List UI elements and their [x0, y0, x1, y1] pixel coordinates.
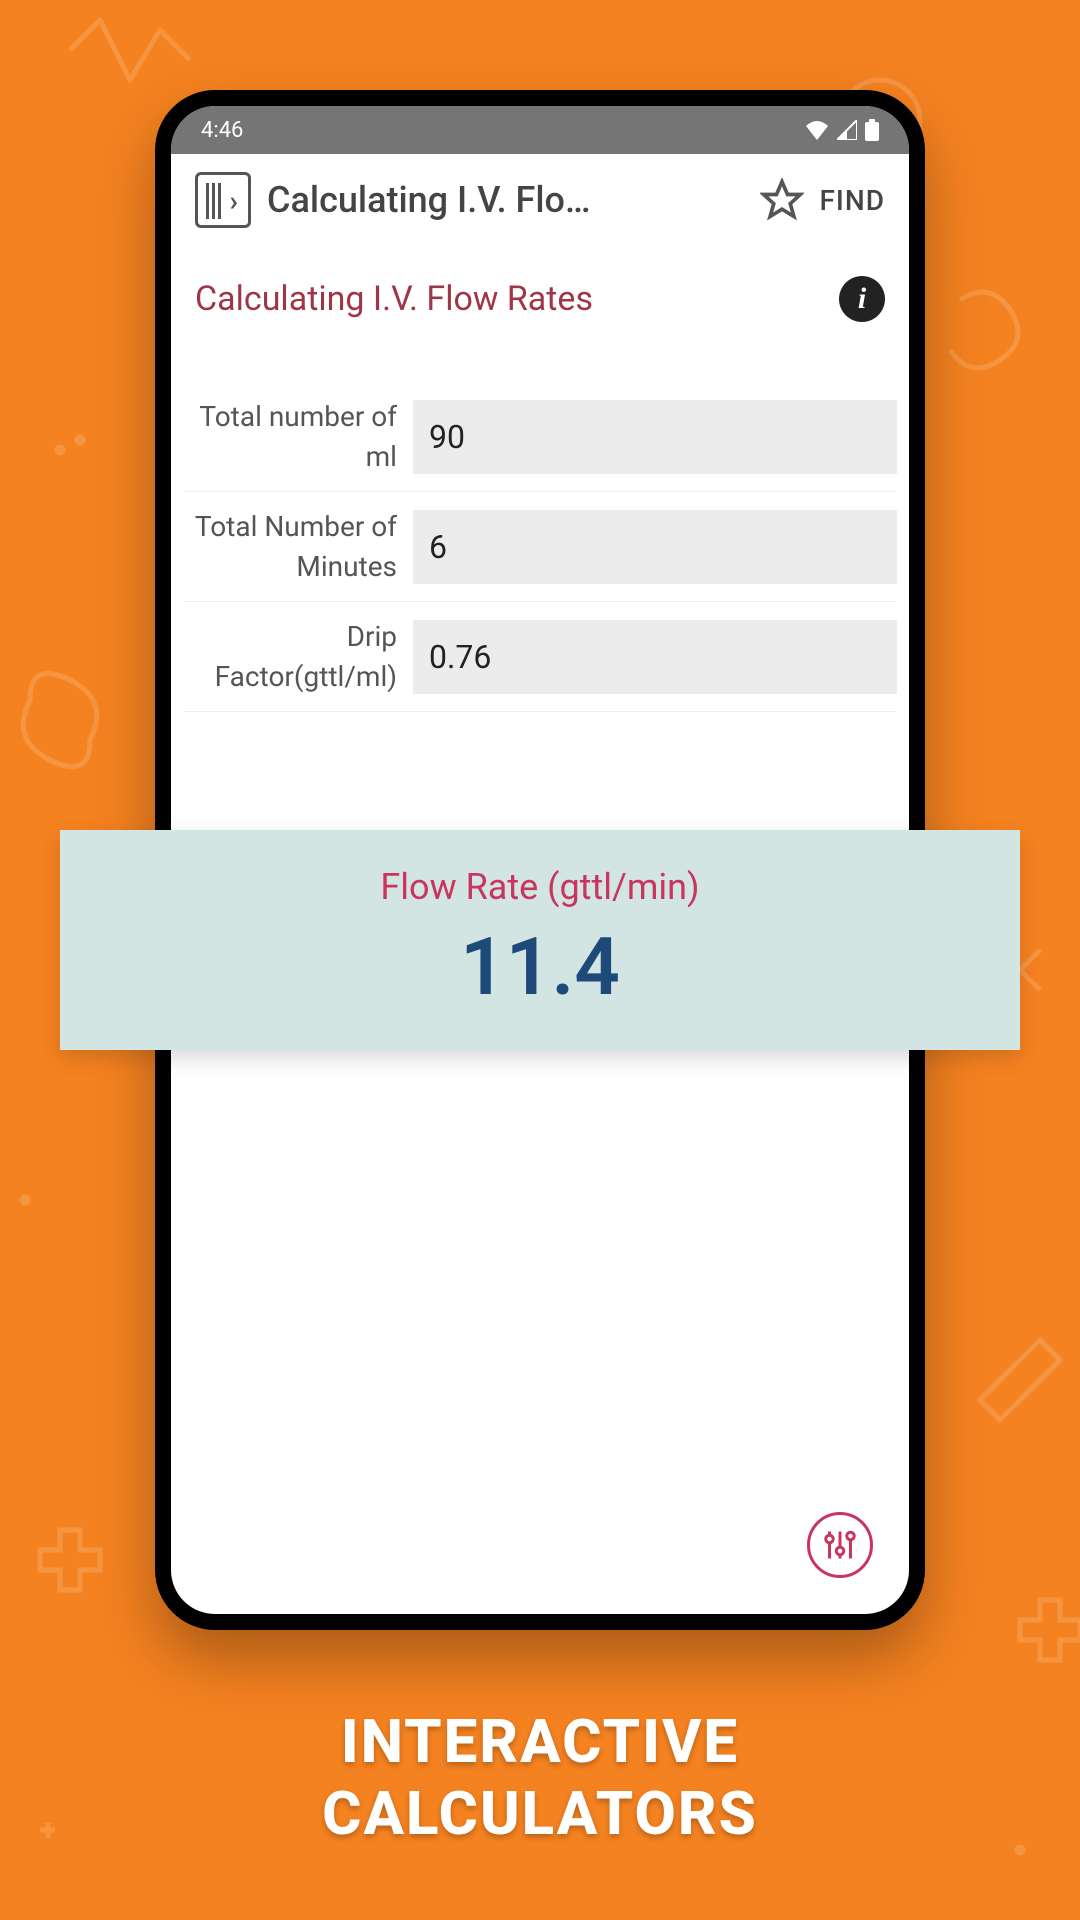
app-bar-title: Calculating I.V. Flo… [267, 179, 744, 221]
nav-drawer-icon[interactable] [195, 172, 251, 228]
find-button[interactable]: FIND [820, 184, 886, 217]
field-label: Total number of ml [183, 397, 413, 475]
result-label: Flow Rate (gttl/min) [80, 866, 1000, 908]
sliders-icon [822, 1527, 858, 1563]
app-bar: Calculating I.V. Flo… FIND [171, 154, 909, 246]
field-row-minutes: Total Number of Minutes [183, 492, 897, 602]
field-row-ml: Total number of ml [183, 382, 897, 492]
wifi-icon [805, 120, 829, 140]
info-icon[interactable]: i [839, 276, 885, 322]
calculator-form: Total number of ml Total Number of Minut… [171, 342, 909, 712]
field-row-drip: Drip Factor(gttl/ml) [183, 602, 897, 712]
status-icons [805, 119, 879, 141]
result-value: 11.4 [80, 920, 1000, 1014]
promo-caption: INTERACTIVE CALCULATORS [0, 1706, 1080, 1850]
status-bar: 4:46 [171, 106, 909, 154]
page-header: Calculating I.V. Flow Rates i [171, 246, 909, 342]
field-input-minutes[interactable] [413, 510, 897, 584]
page-title: Calculating I.V. Flow Rates [195, 279, 593, 319]
caption-line1: INTERACTIVE [0, 1706, 1080, 1778]
caption-line2: CALCULATORS [0, 1778, 1080, 1850]
status-time: 4:46 [201, 118, 243, 143]
settings-fab[interactable] [807, 1512, 873, 1578]
result-card: Flow Rate (gttl/min) 11.4 [60, 830, 1020, 1050]
battery-icon [865, 119, 879, 141]
field-input-drip[interactable] [413, 620, 897, 694]
field-input-ml[interactable] [413, 400, 897, 474]
field-label: Drip Factor(gttl/ml) [183, 617, 413, 695]
signal-icon [837, 120, 857, 140]
field-label: Total Number of Minutes [183, 507, 413, 585]
favorite-star-icon[interactable] [760, 178, 804, 222]
